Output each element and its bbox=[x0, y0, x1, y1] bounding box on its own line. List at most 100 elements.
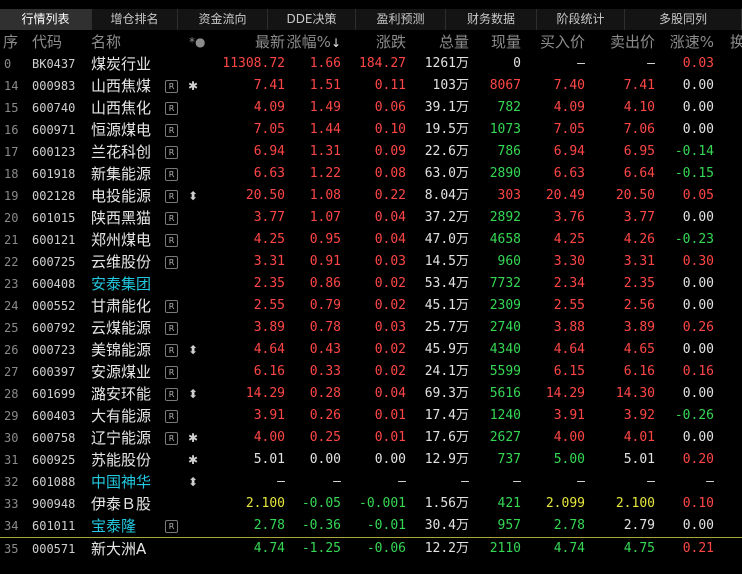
table-row[interactable]: 32 601088 中国神华 ⬍ — — — — — — — — bbox=[0, 471, 742, 493]
row-index: 34 bbox=[4, 519, 19, 533]
change-pct-cell: 0.26 bbox=[309, 408, 341, 423]
price-cell: 2.100 bbox=[245, 496, 285, 511]
current-volume-cell: 1073 bbox=[489, 122, 521, 137]
table-row[interactable]: 34 601011 宝泰隆 R 2.78 -0.36 -0.01 30.4万 957 2.78 2.… bbox=[0, 515, 742, 537]
table-row[interactable]: 18 601918 新集能源 R 6.63 1.22 0.08 63.0万 2890 6.63 6.… bbox=[0, 163, 742, 185]
stock-name: 安源煤业 bbox=[91, 363, 152, 381]
table-row[interactable]: 20 601015 陕西黑猫 R 3.77 1.07 0.04 37.2万 2892 3.76 3.… bbox=[0, 207, 742, 229]
tab-4[interactable]: 盈利预测 bbox=[356, 9, 446, 30]
bid-cell: — bbox=[577, 474, 585, 489]
header-turnover[interactable]: 换 bbox=[730, 31, 742, 53]
bid-cell: 3.30 bbox=[553, 254, 585, 269]
margin-trading-badge: R bbox=[165, 102, 178, 115]
table-row[interactable]: 25 600792 云煤能源 R 3.89 0.78 0.03 25.7万 2740 3.88 3.… bbox=[0, 317, 742, 339]
table-row[interactable]: 26 000723 美锦能源 R ⬍ 4.64 0.43 0.02 45.9万 4340 4.64 4… bbox=[0, 339, 742, 361]
price-cell: 2.55 bbox=[253, 298, 285, 313]
price-cell: 14.29 bbox=[245, 386, 285, 401]
volume-cell: — bbox=[461, 474, 469, 489]
bid-cell: 5.00 bbox=[553, 452, 585, 467]
bid-cell: 4.25 bbox=[553, 232, 585, 247]
tab-3[interactable]: DDE决策 bbox=[268, 9, 356, 30]
change-cell: 0.04 bbox=[374, 386, 406, 401]
table-row[interactable]: 24 000552 甘肃能化 R 2.55 0.79 0.02 45.1万 2309 2.55 2.… bbox=[0, 295, 742, 317]
table-row[interactable]: 0 BK0437 煤炭行业 11308.72 1.66 184.27 1261万 0 — — 0.0… bbox=[0, 53, 742, 75]
change-pct-cell: 0.86 bbox=[309, 276, 341, 291]
current-volume-cell: 960 bbox=[497, 254, 521, 269]
stock-code: 601015 bbox=[32, 211, 76, 225]
current-volume-cell: 4658 bbox=[489, 232, 521, 247]
stock-name: 恒源煤电 bbox=[91, 121, 152, 139]
volume-cell: 8.04万 bbox=[424, 188, 469, 203]
header-speed[interactable]: 涨速% bbox=[670, 31, 714, 53]
current-volume-cell: 8067 bbox=[489, 78, 521, 93]
tab-6[interactable]: 阶段统计 bbox=[537, 9, 625, 30]
header-index[interactable]: 序 bbox=[3, 31, 18, 53]
stock-code: 600740 bbox=[32, 101, 76, 115]
stock-code: 000571 bbox=[32, 542, 76, 556]
table-row[interactable]: 21 600121 郑州煤电 R 4.25 0.95 0.04 47.0万 4658 4.25 4.… bbox=[0, 229, 742, 251]
table-row[interactable]: 31 600925 苏能股份 ✱ 5.01 0.00 0.00 12.9万 737 5.00 5.0… bbox=[0, 449, 742, 471]
current-volume-cell: 2110 bbox=[489, 541, 521, 556]
change-cell: 0.01 bbox=[374, 430, 406, 445]
table-row[interactable]: 15 600740 山西焦化 R 4.09 1.49 0.06 39.1万 782 4.09 4.1… bbox=[0, 97, 742, 119]
change-cell: 0.03 bbox=[374, 254, 406, 269]
ask-cell: 2.35 bbox=[623, 276, 655, 291]
margin-trading-badge: R bbox=[165, 256, 178, 269]
current-volume-cell: 0 bbox=[513, 56, 521, 71]
volume-cell: 53.4万 bbox=[424, 276, 469, 291]
header-current-volume[interactable]: 现量 bbox=[491, 31, 521, 53]
header-flags[interactable]: *● bbox=[189, 31, 205, 53]
header-code[interactable]: 代码 bbox=[32, 31, 62, 53]
tab-2[interactable]: 资金流向 bbox=[178, 9, 268, 30]
bid-cell: 2.34 bbox=[553, 276, 585, 291]
header-change[interactable]: 涨跌 bbox=[376, 31, 406, 53]
table-row[interactable]: 16 600971 恒源煤电 R 7.05 1.44 0.10 19.5万 1073 7.05 7.… bbox=[0, 119, 742, 141]
header-bid[interactable]: 买入价 bbox=[540, 31, 585, 53]
current-volume-cell: 7732 bbox=[489, 276, 521, 291]
table-row[interactable]: 30 600758 辽宁能源 R ✱ 4.00 0.25 0.01 17.6万 2627 4.00 4… bbox=[0, 427, 742, 449]
header-name[interactable]: 名称 bbox=[91, 31, 121, 53]
header-change-pct[interactable]: 涨幅%↓ bbox=[287, 31, 341, 53]
header-ask[interactable]: 卖出价 bbox=[610, 31, 655, 53]
price-cell: 6.16 bbox=[253, 364, 285, 379]
stock-name: 伊泰Ｂ股 bbox=[91, 495, 152, 513]
change-pct-cell: 0.78 bbox=[309, 320, 341, 335]
speed-cell: 0.20 bbox=[682, 452, 714, 467]
change-pct-cell: 0.33 bbox=[309, 364, 341, 379]
tab-0[interactable]: 行情列表 bbox=[0, 9, 92, 30]
table-row[interactable]: 35 000571 新大洲A 4.74 -1.25 -0.06 12.2万 2110 4.74 4… bbox=[0, 537, 742, 559]
tab-5[interactable]: 财务数据 bbox=[446, 9, 537, 30]
speed-cell: 0.00 bbox=[682, 276, 714, 291]
price-cell: 11308.72 bbox=[222, 56, 285, 71]
margin-trading-badge: R bbox=[165, 520, 178, 533]
stock-name: 云维股份 bbox=[91, 253, 152, 271]
header-change-pct-label: 涨幅% bbox=[286, 33, 331, 51]
speed-cell: 0.00 bbox=[682, 386, 714, 401]
tab-1[interactable]: 增仓排名 bbox=[92, 9, 178, 30]
volume-cell: 39.1万 bbox=[424, 100, 469, 115]
change-pct-cell: 0.95 bbox=[309, 232, 341, 247]
table-row[interactable]: 27 600397 安源煤业 R 6.16 0.33 0.02 24.1万 5599 6.15 6.… bbox=[0, 361, 742, 383]
price-cell: 4.00 bbox=[253, 430, 285, 445]
header-volume[interactable]: 总量 bbox=[439, 31, 469, 53]
volume-cell: 1261万 bbox=[424, 56, 469, 71]
table-row[interactable]: 22 600725 云维股份 R 3.31 0.91 0.03 14.5万 960 3.30 3.3… bbox=[0, 251, 742, 273]
table-row[interactable]: 14 000983 山西焦煤 R ✱ 7.41 1.51 0.11 103万 8067 7.40 7.… bbox=[0, 75, 742, 97]
table-row[interactable]: 17 600123 兰花科创 R 6.94 1.31 0.09 22.6万 786 6.94 6.9… bbox=[0, 141, 742, 163]
bid-cell: 2.099 bbox=[545, 496, 585, 511]
ask-cell: 4.65 bbox=[623, 342, 655, 357]
stock-code: 600725 bbox=[32, 255, 76, 269]
table-row[interactable]: 33 900948 伊泰Ｂ股 2.100 -0.05 -0.001 1.56万 421 2.09… bbox=[0, 493, 742, 515]
change-cell: 0.08 bbox=[374, 166, 406, 181]
header-price[interactable]: 最新 bbox=[255, 31, 285, 53]
table-row[interactable]: 29 600403 大有能源 R 3.91 0.26 0.01 17.4万 1240 3.91 3.… bbox=[0, 405, 742, 427]
ask-cell: 4.26 bbox=[623, 232, 655, 247]
bid-cell: 4.00 bbox=[553, 430, 585, 445]
volume-cell: 37.2万 bbox=[424, 210, 469, 225]
row-index: 14 bbox=[4, 79, 19, 93]
bid-cell: 3.88 bbox=[553, 320, 585, 335]
tab-7[interactable]: 多股同列 bbox=[625, 9, 742, 30]
table-row[interactable]: 28 601699 潞安环能 R ⬍ 14.29 0.28 0.04 69.3万 5616 14.2… bbox=[0, 383, 742, 405]
table-row[interactable]: 19 002128 电投能源 R ⬍ 20.50 1.08 0.22 8.04万 303 20.49… bbox=[0, 185, 742, 207]
table-row[interactable]: 23 600408 安泰集团 2.35 0.86 0.02 53.4万 7732 2.34 2.3… bbox=[0, 273, 742, 295]
